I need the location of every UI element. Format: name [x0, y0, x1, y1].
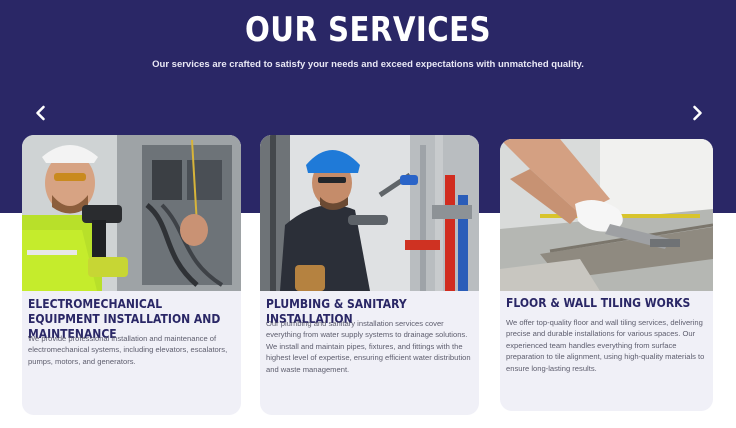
carousel-prev-button[interactable] [31, 103, 51, 123]
carousel-next-button[interactable] [687, 103, 707, 123]
card-description: We provide professional installation and… [28, 334, 228, 366]
service-card-electromechanical[interactable]: ELECTROMECHANICAL EQUIPMENT INSTALLATION… [22, 135, 241, 415]
section-title: OUR SERVICES [244, 10, 492, 50]
chevron-left-icon [36, 105, 45, 121]
service-card-plumbing[interactable]: PLUMBING & SANITARY INSTALLATION Our plu… [260, 135, 479, 415]
section-subtitle: Our services are crafted to satisfy your… [152, 59, 584, 70]
card-title: FLOOR & WALL TILING WORKS [506, 296, 691, 310]
card-description: Our plumbing and sanitary installation s… [266, 319, 471, 374]
service-card-tiling[interactable]: FLOOR & WALL TILING WORKS We offer top-q… [500, 139, 713, 411]
chevron-right-icon [693, 105, 702, 121]
plumber-photo [260, 135, 479, 291]
tiling-photo [500, 139, 713, 291]
card-description: We offer top-quality floor and wall tili… [506, 318, 705, 373]
electrician-photo [22, 135, 241, 291]
